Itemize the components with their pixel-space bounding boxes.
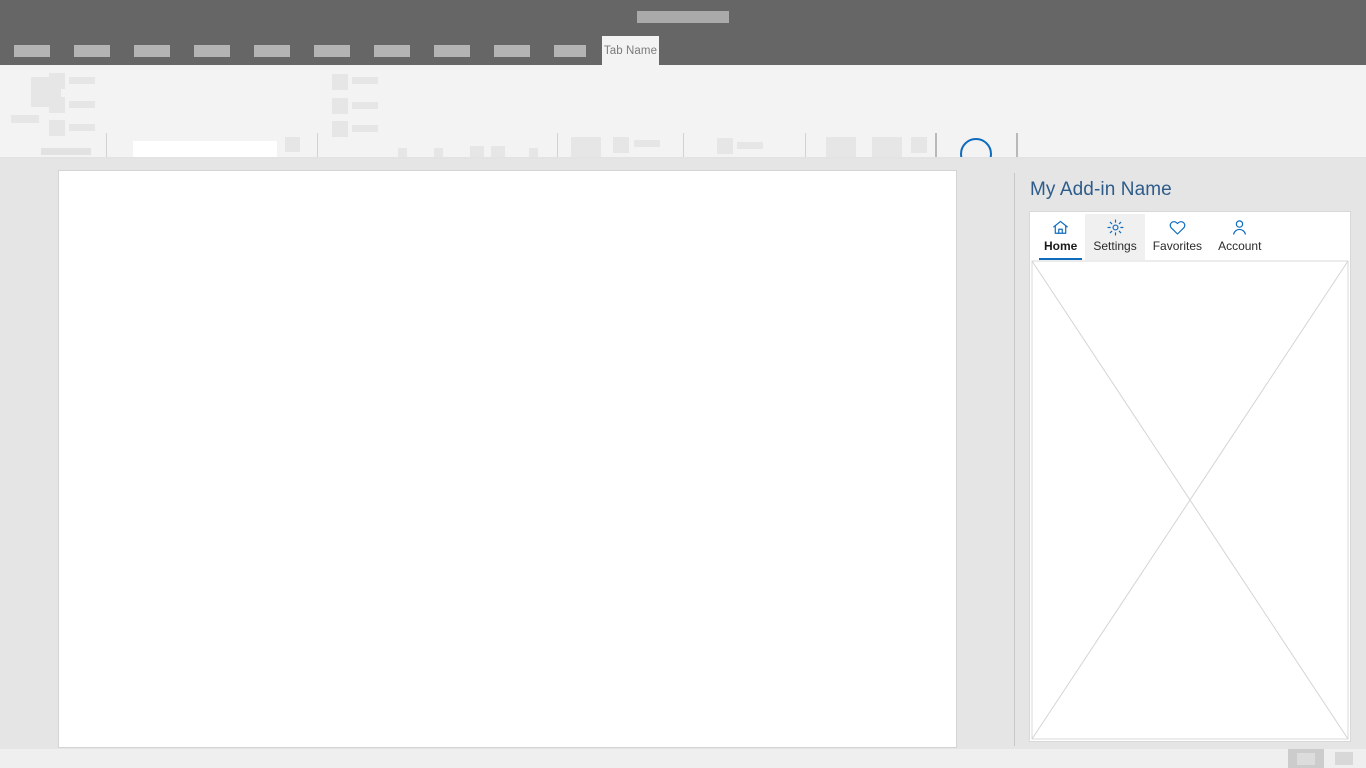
ribbon-label-placeholder bbox=[69, 101, 95, 108]
addin-tab-account-label: Account bbox=[1218, 239, 1261, 253]
ribbon-icon-placeholder[interactable] bbox=[434, 148, 443, 157]
home-icon bbox=[1051, 218, 1070, 237]
ribbon-label-placeholder bbox=[69, 124, 95, 131]
ribbon-icon-placeholder[interactable] bbox=[911, 137, 927, 153]
view-button-1-glyph bbox=[1297, 753, 1315, 765]
ribbon-tab-placeholder[interactable] bbox=[14, 45, 50, 57]
addin-tab-account[interactable]: Account bbox=[1210, 214, 1269, 260]
window-title-bar bbox=[0, 0, 1366, 36]
ribbon-tab-placeholder[interactable] bbox=[254, 45, 290, 57]
ribbon-tab-placeholder[interactable] bbox=[74, 45, 110, 57]
ribbon-icon-placeholder[interactable] bbox=[285, 137, 300, 152]
addin-tab-settings-label: Settings bbox=[1093, 239, 1136, 253]
status-bar bbox=[0, 749, 1366, 768]
addin-content-placeholder bbox=[1031, 260, 1349, 740]
tab-custom-addin[interactable]: Tab Name bbox=[602, 36, 659, 65]
task-pane-divider[interactable] bbox=[1014, 173, 1015, 746]
ribbon-icon-placeholder[interactable] bbox=[717, 138, 733, 154]
ribbon-icon-placeholder[interactable] bbox=[49, 97, 65, 113]
ribbon-icon-placeholder[interactable] bbox=[332, 121, 348, 137]
ribbon-icon-placeholder[interactable] bbox=[332, 74, 348, 90]
view-button-2-glyph bbox=[1335, 752, 1353, 765]
heart-icon bbox=[1168, 218, 1187, 237]
ribbon-label-placeholder bbox=[352, 102, 378, 109]
addin-tab-favorites-label: Favorites bbox=[1153, 239, 1202, 253]
addin-tab-favorites[interactable]: Favorites bbox=[1145, 214, 1210, 260]
ribbon-tab-placeholder[interactable] bbox=[554, 45, 586, 57]
addin-tab-home[interactable]: Home bbox=[1036, 214, 1085, 260]
ribbon-icon-placeholder[interactable] bbox=[332, 98, 348, 114]
ribbon-tab-placeholder[interactable] bbox=[134, 45, 170, 57]
addin-body: Home Settings Favorites bbox=[1029, 211, 1351, 742]
ribbon: Command 1 Group Name bbox=[0, 65, 1366, 159]
ribbon-label-placeholder bbox=[352, 125, 378, 132]
ribbon-group-name-placeholder bbox=[41, 148, 91, 155]
ribbon-icon-placeholder[interactable] bbox=[49, 73, 65, 89]
title-placeholder bbox=[637, 11, 729, 23]
ribbon-tab-placeholder[interactable] bbox=[194, 45, 230, 57]
ribbon-label-placeholder bbox=[352, 77, 378, 84]
addin-tab-home-label: Home bbox=[1044, 239, 1077, 253]
ribbon-tab-placeholder[interactable] bbox=[434, 45, 470, 57]
x-placeholder-box bbox=[1031, 260, 1349, 740]
addin-task-pane: My Add-in Name Home bbox=[1029, 175, 1351, 742]
gear-icon bbox=[1106, 218, 1125, 237]
ribbon-tab-placeholder[interactable] bbox=[494, 45, 530, 57]
addin-tab-settings[interactable]: Settings bbox=[1085, 214, 1144, 260]
ribbon-icon-placeholder[interactable] bbox=[49, 120, 65, 136]
tab-custom-addin-label: Tab Name bbox=[604, 45, 657, 57]
view-button-2[interactable] bbox=[1333, 749, 1355, 768]
ribbon-label-placeholder bbox=[737, 142, 763, 149]
addin-tab-bar: Home Settings Favorites bbox=[1030, 212, 1350, 260]
ribbon-icon-placeholder[interactable] bbox=[398, 148, 407, 157]
person-icon bbox=[1230, 218, 1249, 237]
ribbon-icon-placeholder[interactable] bbox=[529, 148, 538, 157]
addin-title: My Add-in Name bbox=[1029, 175, 1351, 211]
ribbon-icon-placeholder[interactable] bbox=[613, 137, 629, 153]
ribbon-tab-placeholder[interactable] bbox=[374, 45, 410, 57]
ribbon-tab-placeholder[interactable] bbox=[314, 45, 350, 57]
view-button-1[interactable] bbox=[1288, 749, 1324, 768]
ribbon-label-placeholder bbox=[634, 140, 660, 147]
document-canvas[interactable] bbox=[58, 170, 957, 748]
ribbon-label-placeholder bbox=[69, 77, 95, 84]
ribbon-label-placeholder bbox=[11, 115, 39, 123]
